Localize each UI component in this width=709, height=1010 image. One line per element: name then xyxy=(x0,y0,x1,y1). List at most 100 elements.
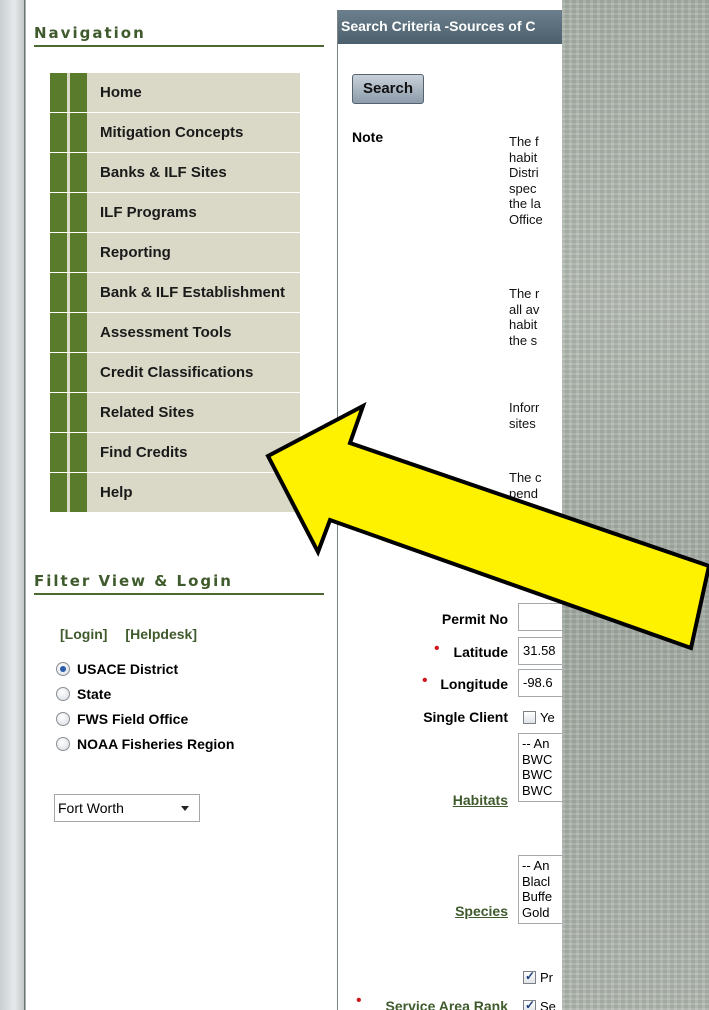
navigation-title: Navigation xyxy=(34,24,146,42)
required-marker: • xyxy=(356,992,362,1009)
nav-marker xyxy=(50,233,67,272)
nav-marker xyxy=(50,73,67,112)
longitude-label: Longitude xyxy=(440,676,508,692)
list-item[interactable]: BWC xyxy=(522,783,562,799)
filter-rule xyxy=(34,593,324,595)
note-label: Note xyxy=(352,129,384,145)
single-client-option: Ye xyxy=(540,710,555,725)
habitats-label[interactable]: Habitats xyxy=(453,792,508,808)
longitude-input[interactable]: -98.6 xyxy=(518,669,562,697)
nav-marker xyxy=(70,153,87,192)
service-area-rank-label: Service Area Rank xyxy=(385,998,508,1010)
required-marker: • xyxy=(422,672,428,689)
nav-marker xyxy=(50,153,67,192)
nav-item[interactable]: Bank & ILF Establishment xyxy=(50,273,300,313)
nav-marker xyxy=(70,313,87,352)
single-client-label: Single Client xyxy=(423,709,508,725)
nav-marker xyxy=(50,393,67,432)
habitats-link[interactable]: Habitats xyxy=(453,792,508,808)
nav-marker xyxy=(70,233,87,272)
nav-item-label: ILF Programs xyxy=(100,204,197,221)
nav-marker xyxy=(50,353,67,392)
nav-item[interactable]: Assessment Tools xyxy=(50,313,300,353)
nav-menu: Home Mitigation Concepts Banks & ILF Sites… xyxy=(50,73,300,513)
helpdesk-link[interactable]: [Helpdesk] xyxy=(125,626,197,642)
district-select-value: Fort Worth xyxy=(58,800,124,816)
pr-checkbox[interactable] xyxy=(523,969,536,984)
species-listbox[interactable]: -- An Blacl Buffe Gold xyxy=(518,855,562,924)
nav-item-label: Banks & ILF Sites xyxy=(100,164,227,181)
note-paragraph: The f habit Distri spec the la Office xyxy=(509,134,543,227)
list-item[interactable]: BWC xyxy=(522,767,562,783)
radio-label: USACE District xyxy=(77,661,179,677)
service-area-option: Se xyxy=(540,999,556,1010)
window-left-edge xyxy=(0,0,25,1010)
latitude-input[interactable]: 31.58 xyxy=(518,637,562,665)
nav-marker xyxy=(50,473,67,512)
nav-item-label: Credit Classifications xyxy=(100,364,254,381)
list-item[interactable]: Blacl xyxy=(522,874,562,890)
permit-no-label: Permit No xyxy=(441,611,508,627)
nav-marker xyxy=(70,113,87,152)
nav-item-label: Assessment Tools xyxy=(100,324,232,341)
radio-usace-district[interactable]: USACE District xyxy=(56,661,178,677)
nav-marker xyxy=(70,353,87,392)
nav-item[interactable]: Credit Classifications xyxy=(50,353,300,393)
radio-fws-field-office[interactable]: FWS Field Office xyxy=(56,711,188,727)
nav-item[interactable]: ILF Programs xyxy=(50,193,300,233)
chevron-down-icon xyxy=(181,806,189,811)
nav-marker xyxy=(50,433,67,472)
nav-item-label: Mitigation Concepts xyxy=(100,124,244,141)
nav-item[interactable]: Home xyxy=(50,73,300,113)
nav-item[interactable]: Related Sites xyxy=(50,393,300,433)
radio-state[interactable]: State xyxy=(56,686,111,702)
filter-title: Filter View & Login xyxy=(34,572,233,590)
page: Navigation Home Mitigation Concepts Banks … xyxy=(26,0,562,1010)
species-label[interactable]: Species xyxy=(455,903,508,919)
radio-button-icon[interactable] xyxy=(56,662,70,676)
district-select[interactable]: Fort Worth xyxy=(54,794,200,822)
habitats-listbox[interactable]: -- An BWC BWC BWC xyxy=(518,733,562,802)
radio-button-icon[interactable] xyxy=(56,712,70,726)
list-item[interactable]: -- An xyxy=(522,858,562,874)
radio-button-icon[interactable] xyxy=(56,687,70,701)
radio-label: FWS Field Office xyxy=(77,711,189,727)
navigation-rule xyxy=(34,45,324,47)
nav-item-label: Related Sites xyxy=(100,404,195,421)
list-item[interactable]: Buffe xyxy=(522,889,562,905)
nav-marker xyxy=(50,273,67,312)
nav-item-label: Reporting xyxy=(100,244,171,261)
radio-button-icon[interactable] xyxy=(56,737,70,751)
nav-item[interactable]: Help xyxy=(50,473,300,513)
latitude-label: Latitude xyxy=(453,644,508,660)
list-item[interactable]: Gold xyxy=(522,905,562,921)
nav-marker xyxy=(50,113,67,152)
nav-marker xyxy=(70,473,87,512)
search-button[interactable]: Search xyxy=(352,74,424,104)
list-item[interactable]: -- An xyxy=(522,736,562,752)
nav-marker xyxy=(70,393,87,432)
nav-item-label: Home xyxy=(100,84,142,101)
nav-item[interactable]: Banks & ILF Sites xyxy=(50,153,300,193)
nav-marker xyxy=(70,273,87,312)
single-client-checkbox[interactable] xyxy=(523,711,536,724)
radio-label: State xyxy=(77,686,112,702)
species-link[interactable]: Species xyxy=(455,903,508,919)
nav-marker xyxy=(70,433,87,472)
nav-item[interactable]: Mitigation Concepts xyxy=(50,113,300,153)
service-area-checkbox[interactable] xyxy=(523,998,536,1010)
permit-no-input[interactable] xyxy=(518,603,562,631)
search-criteria-panel: Search Criteria -Sources of C Search Not… xyxy=(337,10,562,1010)
note-paragraph: The c pend xyxy=(509,470,542,501)
login-links: [Login] [Helpdesk] xyxy=(60,626,215,642)
login-link[interactable]: [Login] xyxy=(60,626,107,642)
radio-noaa-fisheries-region[interactable]: NOAA Fisheries Region xyxy=(56,736,234,752)
note-paragraph: The r all av habit the s xyxy=(509,286,540,348)
nav-item[interactable]: Reporting xyxy=(50,233,300,273)
nav-item[interactable]: Find Credits xyxy=(50,433,300,473)
list-item[interactable]: BWC xyxy=(522,752,562,768)
pr-option: Pr xyxy=(540,970,553,985)
nav-item-label: Find Credits xyxy=(100,444,188,461)
nav-marker xyxy=(50,193,67,232)
panel-header: Search Criteria -Sources of C xyxy=(338,10,562,44)
